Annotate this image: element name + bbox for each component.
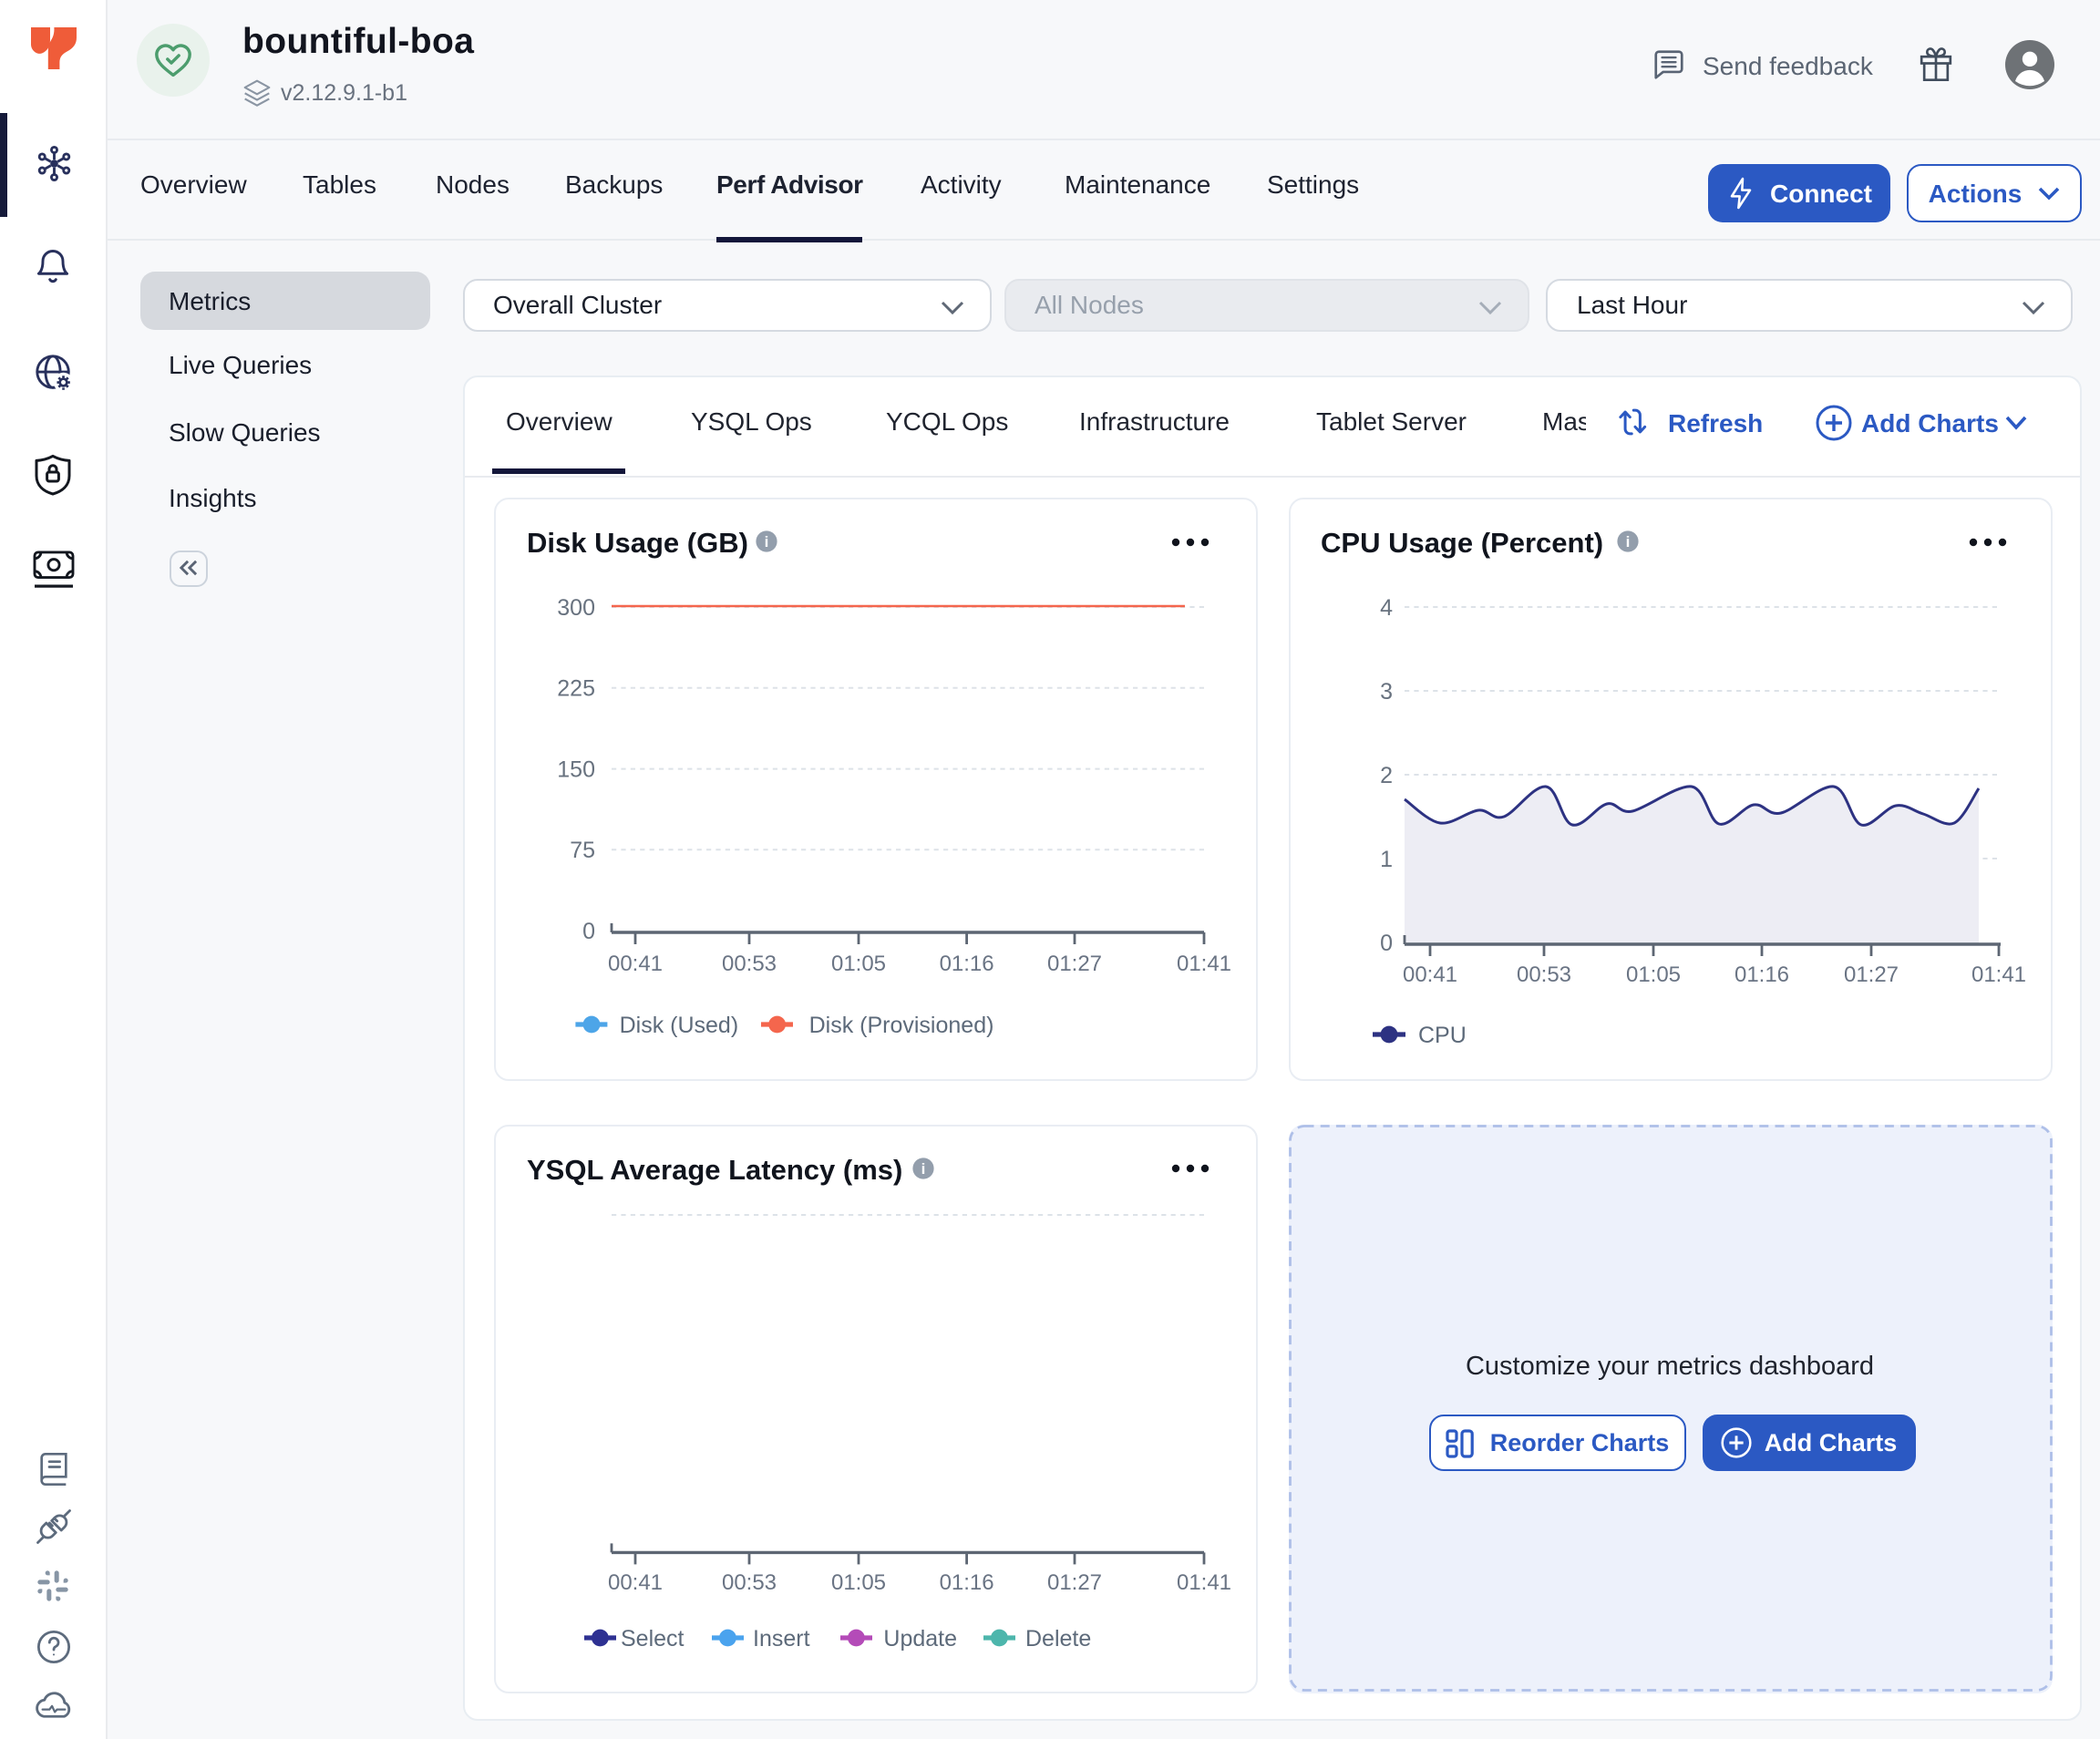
svg-text:01:16: 01:16	[1734, 962, 1788, 987]
svg-text:Delete: Delete	[1025, 1626, 1091, 1652]
svg-text:CPU: CPU	[1417, 1023, 1466, 1048]
svg-text:01:16: 01:16	[940, 1570, 994, 1595]
svg-text:01:05: 01:05	[1625, 962, 1680, 987]
svg-text:0: 0	[1379, 931, 1392, 956]
svg-text:3: 3	[1379, 679, 1392, 705]
svg-text:0: 0	[582, 919, 595, 944]
svg-text:00:53: 00:53	[1516, 962, 1570, 987]
svg-text:00:41: 00:41	[608, 952, 663, 976]
svg-text:2: 2	[1379, 763, 1392, 788]
svg-text:1: 1	[1379, 847, 1392, 872]
svg-text:4: 4	[1379, 595, 1392, 621]
svg-text:01:05: 01:05	[831, 952, 886, 976]
svg-text:01:16: 01:16	[940, 952, 994, 976]
svg-text:Insert: Insert	[753, 1626, 810, 1652]
svg-text:01:41: 01:41	[1971, 962, 2025, 987]
svg-text:i: i	[921, 1160, 926, 1178]
svg-text:Disk (Used): Disk (Used)	[620, 1013, 739, 1038]
svg-text:01:27: 01:27	[1047, 952, 1102, 976]
svg-text:00:53: 00:53	[722, 952, 777, 976]
svg-text:00:53: 00:53	[722, 1570, 777, 1595]
svg-text:300: 300	[557, 595, 595, 621]
svg-text:01:41: 01:41	[1177, 952, 1231, 976]
svg-text:i: i	[765, 533, 769, 551]
svg-text:Select: Select	[621, 1626, 685, 1652]
svg-text:225: 225	[557, 676, 595, 702]
svg-text:i: i	[1625, 533, 1630, 551]
svg-text:00:41: 00:41	[608, 1570, 663, 1595]
svg-text:75: 75	[570, 838, 595, 863]
svg-text:01:41: 01:41	[1177, 1570, 1231, 1595]
svg-text:Disk (Provisioned): Disk (Provisioned)	[809, 1013, 994, 1038]
svg-text:Update: Update	[883, 1626, 957, 1652]
svg-text:00:41: 00:41	[1402, 962, 1457, 987]
svg-text:150: 150	[557, 756, 595, 782]
svg-text:01:27: 01:27	[1047, 1570, 1102, 1595]
svg-text:01:05: 01:05	[831, 1570, 886, 1595]
svg-text:01:27: 01:27	[1843, 962, 1898, 987]
